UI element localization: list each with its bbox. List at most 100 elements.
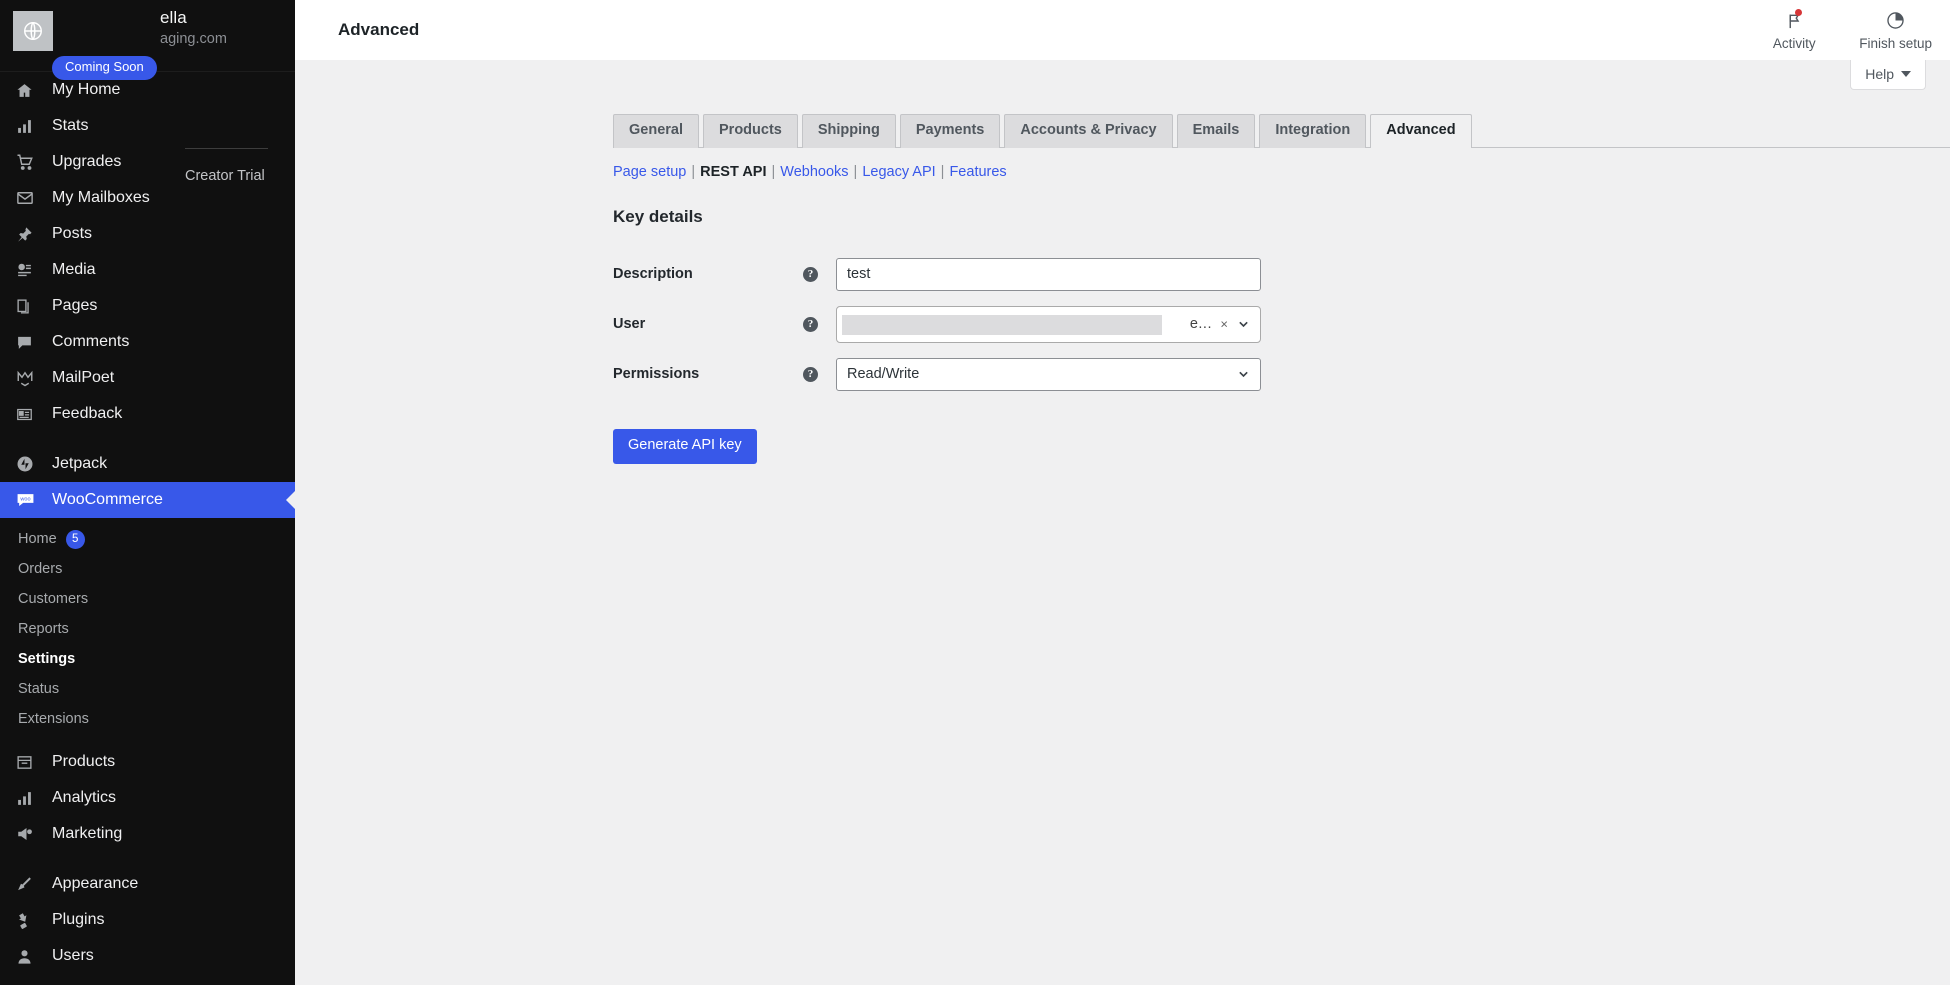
section-title: Key details	[613, 207, 1950, 227]
finish-setup-button[interactable]: Finish setup	[1859, 10, 1932, 51]
topbar-actions: Activity Finish setup	[1763, 0, 1932, 60]
page-title: Advanced	[338, 20, 419, 40]
sidebar-item-label: Comments	[52, 334, 129, 350]
settings-tabs: General Products Shipping Payments Accou…	[613, 114, 1950, 148]
sidebar-item-label: Media	[52, 262, 96, 278]
subnav-link-legacy-api[interactable]: Legacy API	[862, 164, 935, 180]
site-header[interactable]: ella aging.com Coming Soon	[0, 0, 295, 72]
media-icon	[16, 262, 42, 279]
submenu-item-label: Status	[18, 681, 59, 697]
plugins-icon	[16, 912, 42, 929]
user-control: e... ×	[836, 306, 1261, 343]
sidebar-item-my-mailboxes[interactable]: My Mailboxes	[0, 180, 295, 216]
store-menu: Products Analytics Marketing	[0, 744, 295, 852]
active-arrow-icon	[286, 491, 295, 509]
help-tip-icon[interactable]: ?	[803, 367, 818, 382]
subnav-separator: |	[936, 164, 950, 180]
globe-icon	[13, 11, 53, 51]
activity-label: Activity	[1773, 36, 1816, 51]
notification-dot	[1795, 9, 1802, 16]
admin-sidebar: ella aging.com Coming Soon Creator Trial…	[0, 0, 295, 985]
submenu-item-status[interactable]: Status	[0, 674, 295, 704]
subnav-separator: |	[767, 164, 781, 180]
user-value-tail: e...	[1190, 316, 1212, 332]
marketing-icon	[16, 825, 42, 843]
sidebar-item-jetpack[interactable]: Jetpack	[0, 446, 295, 482]
activity-button[interactable]: Activity	[1763, 10, 1825, 51]
sidebar-item-label: Analytics	[52, 790, 116, 806]
sidebar-item-plugins[interactable]: Plugins	[0, 902, 295, 938]
chevron-down-icon	[1901, 71, 1911, 77]
permissions-select[interactable]: Read/Write	[836, 358, 1261, 391]
permissions-label: Permissions	[613, 366, 803, 382]
primary-menu: My Home Stats Upgrades My Mailboxes	[0, 72, 295, 432]
tab-payments[interactable]: Payments	[900, 114, 1001, 148]
user-select[interactable]: e... ×	[836, 306, 1261, 343]
help-tip-icon[interactable]: ?	[803, 267, 818, 282]
sidebar-item-comments[interactable]: Comments	[0, 324, 295, 360]
permissions-selected-value: Read/Write	[847, 366, 919, 382]
form-row-permissions: Permissions ? Read/Write	[613, 349, 1950, 399]
feedback-icon	[16, 406, 42, 423]
tab-emails[interactable]: Emails	[1177, 114, 1256, 148]
subnav-link-rest-api[interactable]: REST API	[700, 164, 766, 180]
jetpack-icon	[16, 455, 42, 473]
woocommerce-icon: woo	[16, 491, 42, 510]
sidebar-item-mailpoet[interactable]: MailPoet	[0, 360, 295, 396]
sidebar-item-analytics[interactable]: Analytics	[0, 780, 295, 816]
envelope-icon	[16, 189, 42, 207]
comment-icon	[16, 334, 42, 351]
sidebar-item-woocommerce[interactable]: woo WooCommerce	[0, 482, 295, 518]
sidebar-item-media[interactable]: Media	[0, 252, 295, 288]
sidebar-item-stats[interactable]: Stats	[0, 108, 295, 144]
sidebar-item-products[interactable]: Products	[0, 744, 295, 780]
sidebar-item-label: Plugins	[52, 912, 104, 928]
description-label: Description	[613, 266, 803, 282]
subnav-link-page-setup[interactable]: Page setup	[613, 164, 686, 180]
subnav-separator: |	[849, 164, 863, 180]
submenu-item-orders[interactable]: Orders	[0, 554, 295, 584]
description-input[interactable]	[836, 258, 1261, 291]
sidebar-item-feedback[interactable]: Feedback	[0, 396, 295, 432]
tab-accounts-privacy[interactable]: Accounts & Privacy	[1004, 114, 1172, 148]
help-row: Help	[295, 60, 1950, 94]
pages-icon	[16, 298, 42, 315]
sidebar-item-appearance[interactable]: Appearance	[0, 866, 295, 902]
submenu-item-home[interactable]: Home 5	[0, 524, 295, 554]
products-icon	[16, 754, 42, 771]
admin-screen: ella aging.com Coming Soon Creator Trial…	[0, 0, 1950, 985]
sidebar-item-label: My Home	[52, 82, 120, 98]
submenu-item-settings[interactable]: Settings	[0, 644, 295, 674]
tab-shipping[interactable]: Shipping	[802, 114, 896, 148]
tab-products[interactable]: Products	[703, 114, 798, 148]
subnav-link-features[interactable]: Features	[949, 164, 1006, 180]
appearance-icon	[16, 876, 42, 893]
sidebar-item-upgrades[interactable]: Upgrades	[0, 144, 295, 180]
help-tip-icon[interactable]: ?	[803, 317, 818, 332]
permissions-control: Read/Write	[836, 358, 1261, 391]
clear-user-icon[interactable]: ×	[1220, 318, 1228, 331]
generate-api-key-button[interactable]: Generate API key	[613, 429, 757, 464]
submenu-item-extensions[interactable]: Extensions	[0, 704, 295, 734]
tab-advanced[interactable]: Advanced	[1370, 114, 1471, 148]
chevron-down-icon	[1238, 369, 1249, 380]
home-icon	[16, 82, 42, 99]
sidebar-item-my-home[interactable]: My Home	[0, 72, 295, 108]
tab-general[interactable]: General	[613, 114, 699, 148]
submenu-item-reports[interactable]: Reports	[0, 614, 295, 644]
users-icon	[16, 948, 42, 965]
sidebar-item-pages[interactable]: Pages	[0, 288, 295, 324]
help-button[interactable]: Help	[1850, 60, 1926, 90]
submenu-item-customers[interactable]: Customers	[0, 584, 295, 614]
submenu-item-label: Reports	[18, 621, 69, 637]
sidebar-item-label: My Mailboxes	[52, 190, 150, 206]
submenu-item-label: Orders	[18, 561, 62, 577]
tab-integration[interactable]: Integration	[1259, 114, 1366, 148]
sidebar-item-marketing[interactable]: Marketing	[0, 816, 295, 852]
site-menu: Appearance Plugins Users	[0, 866, 295, 974]
sidebar-item-posts[interactable]: Posts	[0, 216, 295, 252]
mailpoet-icon	[16, 369, 42, 387]
subnav-link-webhooks[interactable]: Webhooks	[780, 164, 848, 180]
secondary-menu: Jetpack woo WooCommerce	[0, 446, 295, 518]
sidebar-item-users[interactable]: Users	[0, 938, 295, 974]
